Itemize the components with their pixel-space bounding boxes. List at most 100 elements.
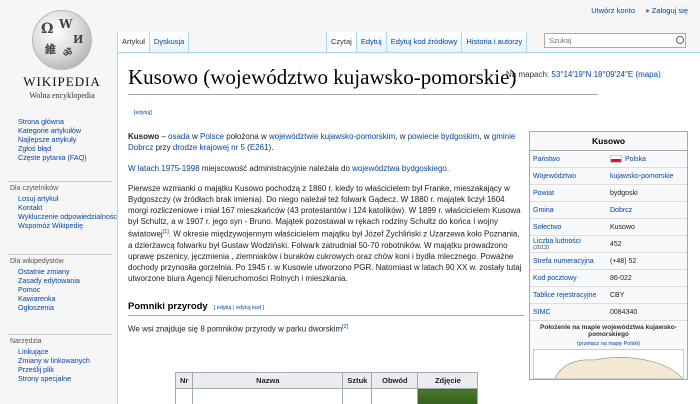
link-years[interactable]: W latach 1975-1998 xyxy=(128,164,200,173)
link-wojewodztwo[interactable]: województwie kujawsko-pomorskim xyxy=(269,132,395,141)
sidebar-item-tools-0[interactable]: Linkujące xyxy=(0,347,122,356)
infobox-value: 0084340 xyxy=(610,308,638,316)
login-link[interactable]: ● Zaloguj się xyxy=(645,6,688,15)
sidebar-item-tools-3[interactable]: Strony specjalne xyxy=(0,374,122,383)
monuments-paragraph: We wsi znajduje się 8 pomników przyrody … xyxy=(128,324,349,334)
tab-history[interactable]: Historia i autorzy xyxy=(461,32,528,52)
infobox-value: Kusowo xyxy=(610,223,635,231)
infobox-value[interactable]: Dobrcz xyxy=(610,207,687,214)
coordinates-link[interactable]: 53°14′19″N 18°09′24″E xyxy=(551,70,633,79)
sidebar-item-readers-2[interactable]: Wykluczenie odpowiedzialności xyxy=(0,212,122,221)
sidebar-item-nav-0[interactable]: Strona główna xyxy=(0,117,122,126)
infobox-key[interactable]: Kod pocztowy xyxy=(530,275,610,282)
infobox-key[interactable]: Strefa numeracyjna xyxy=(530,258,610,265)
link-osada[interactable]: osada xyxy=(168,132,190,141)
link-woj-bydgoskie[interactable]: województwa bydgoskiego xyxy=(352,164,447,173)
map-toggle-link[interactable]: (przełącz na mapę Polski) xyxy=(530,341,687,349)
sidebar-head-tools: Narzędzia xyxy=(10,338,42,345)
sidebar-item-editors-1[interactable]: Zasady edytowania xyxy=(0,276,122,285)
infobox-key[interactable]: SIMC xyxy=(530,309,610,316)
sidebar-item-editors-0[interactable]: Ostatnie zmiany xyxy=(0,267,122,276)
sidebar-tools: Narzędzia Linkujące Zmiany w linkowanych P… xyxy=(0,334,122,383)
link-droga[interactable]: drodze krajowej nr 5 xyxy=(173,143,245,152)
tab-edit[interactable]: Edytuj xyxy=(355,32,386,52)
link-polska[interactable]: Polsce xyxy=(200,132,224,141)
wordmark: WIKIPEDIA xyxy=(23,74,101,89)
sidebar-item-tools-2[interactable]: Prześlij plik xyxy=(0,365,122,374)
infobox-key[interactable]: Powiat xyxy=(530,190,610,197)
infobox-row: Województwo kujawsko-pomorskie xyxy=(530,168,687,185)
infobox-row: Strefa numeracyjna (+48) 52 xyxy=(530,253,687,270)
section-edit-link[interactable]: [ edytuj | edytuj kod ] xyxy=(214,305,264,311)
sidebar-item-readers-0[interactable]: Losuj artykuł xyxy=(0,194,122,203)
citation-2[interactable]: [2] xyxy=(342,324,348,330)
tab-edit-source[interactable]: Edytuj kod źródłowy xyxy=(385,32,462,52)
content-area: Kusowo (województwo kujawsko-pomorskie) … xyxy=(117,52,700,404)
tab-article[interactable]: Artykuł xyxy=(117,32,149,52)
intro-paragraph: Kusowo – osada w Polsce położona w wojew… xyxy=(128,132,516,152)
infobox-key[interactable]: Sołectwo xyxy=(530,224,610,231)
sidebar-item-nav-3[interactable]: Zgłoś błąd xyxy=(0,144,122,153)
infobox-key[interactable]: Państwo xyxy=(530,156,610,163)
sidebar-item-editors-2[interactable]: Pomoc xyxy=(0,285,122,294)
sidebar-navigation: Strona główna Kategorie artykułów Najlepsz… xyxy=(0,117,122,162)
tagline: Wolna encyklopedia xyxy=(29,91,95,100)
admin-paragraph: W latach 1975-1998 miejscowość administr… xyxy=(128,164,450,173)
infobox-row: Tablice rejestracyjne CBY xyxy=(530,287,687,304)
sidebar-item-readers-1[interactable]: Kontakt xyxy=(0,203,122,212)
location-map[interactable] xyxy=(533,349,684,379)
infobox-value: 86-022 xyxy=(610,274,632,282)
infobox-key[interactable]: Tablice rejestracyjne xyxy=(530,292,610,299)
link-powiat[interactable]: powiecie bydgoskim xyxy=(408,132,480,141)
tab-talk[interactable]: Dyskusja xyxy=(148,32,190,52)
sidebar-item-readers-3[interactable]: Wspomóż Wikipedię xyxy=(0,221,122,230)
search-input[interactable] xyxy=(544,33,686,48)
sidebar-item-tools-1[interactable]: Zmiany w linkowanych xyxy=(0,356,122,365)
sidebar-readers: Dla czytelników Losuj artykuł Kontakt Wykl… xyxy=(0,181,122,230)
user-icon: ● xyxy=(645,6,650,15)
globe-icon: Ω W И 維 ॐ xyxy=(32,10,92,70)
coordinates: Na mapach: 53°14′19″N 18°09′24″E (mapa) xyxy=(506,70,661,79)
monuments-table: Nr Nazwa Sztuk Obwód Zdjęcie xyxy=(174,372,479,404)
search-icon[interactable] xyxy=(676,36,684,44)
section-heading: Pomniki przyrody[ edytuj | edytuj kod ] xyxy=(128,301,524,316)
link-e261[interactable]: E261 xyxy=(250,143,269,152)
table-row xyxy=(174,388,479,404)
tab-read[interactable]: Czytaj xyxy=(326,32,356,52)
user-links: Utwórz konto ● Zaloguj się xyxy=(583,6,688,15)
infobox-value[interactable]: kujawsko-pomorskie xyxy=(610,173,687,180)
infobox-row: Liczba ludności (2013) 452 xyxy=(530,236,687,253)
map-caption: Położenie na mapie województwa kujawsko-… xyxy=(530,321,687,341)
col-name[interactable]: Nazwa xyxy=(192,372,344,389)
sidebar-editors: Dla wikipedystów Ostatnie zmiany Zasady e… xyxy=(0,254,122,312)
history-paragraph: Pierwsze wzmianki o majątku Kusowo pocho… xyxy=(128,184,522,283)
infobox-row: Powiat bydgoski xyxy=(530,185,687,202)
tree-photo[interactable] xyxy=(417,388,479,404)
sidebar-item-nav-2[interactable]: Najlepsze artykuły xyxy=(0,135,122,144)
sidebar-head-editors: Dla wikipedystów xyxy=(10,258,64,265)
infobox-value[interactable]: Polska xyxy=(610,155,687,163)
sidebar-head-readers: Dla czytelników xyxy=(10,185,59,192)
map-link[interactable]: (mapa) xyxy=(635,70,660,79)
infobox-key[interactable]: Gmina xyxy=(530,207,610,214)
col-photo[interactable]: Zdjęcie xyxy=(417,372,479,389)
edit-intro-link[interactable]: [edytuj] xyxy=(134,110,152,116)
wikipedia-logo[interactable]: Ω W И 維 ॐ WIKIPEDIA Wolna encyklopedia xyxy=(14,10,110,100)
create-account-link[interactable]: Utwórz konto xyxy=(591,6,635,15)
infobox-key[interactable]: Województwo xyxy=(530,173,610,180)
col-girth[interactable]: Obwód xyxy=(371,372,419,389)
sidebar-item-editors-3[interactable]: Kawiarenka xyxy=(0,294,122,303)
sidebar-item-editors-4[interactable]: Ogłoszenia xyxy=(0,303,122,312)
poland-flag-icon xyxy=(610,155,622,163)
infobox-key[interactable]: Liczba ludności (2013) xyxy=(530,238,610,251)
infobox-row: Państwo Polska xyxy=(530,151,687,168)
col-count[interactable]: Sztuk xyxy=(342,372,373,389)
sidebar-item-nav-1[interactable]: Kategorie artykułów xyxy=(0,126,122,135)
infobox-row: Kod pocztowy 86-022 xyxy=(530,270,687,287)
infobox-row: Sołectwo Kusowo xyxy=(530,219,687,236)
col-nr[interactable]: Nr xyxy=(174,372,194,389)
infobox-title: Kusowo xyxy=(530,132,687,151)
infobox-value: (+48) 52 xyxy=(610,257,637,265)
infobox-row: SIMC 0084340 xyxy=(530,304,687,321)
sidebar-item-nav-4[interactable]: Częste pytania (FAQ) xyxy=(0,153,122,162)
